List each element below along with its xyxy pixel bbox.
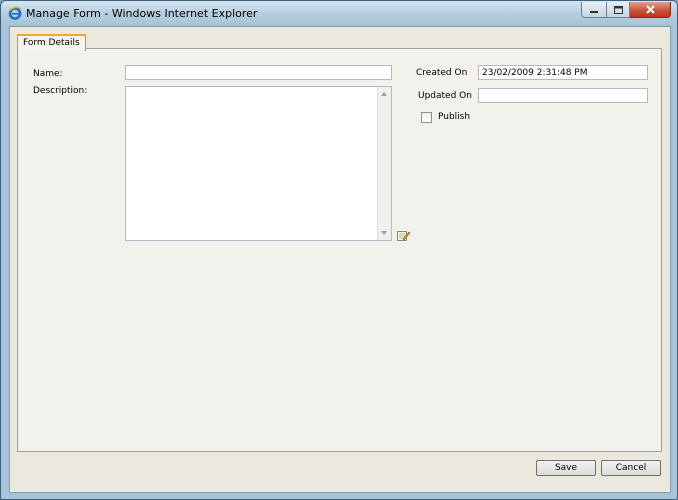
minimize-icon (590, 10, 598, 13)
created-on-field: 23/02/2009 2:31:48 PM (478, 65, 648, 80)
dialog-content: Form Details Name: Description: Created … (9, 26, 671, 493)
close-button[interactable] (630, 2, 671, 18)
description-scrollbar[interactable] (377, 87, 391, 240)
created-on-label: Created On (416, 68, 468, 78)
title-bar[interactable]: Manage Form - Windows Internet Explorer (1, 1, 677, 25)
minimize-button[interactable] (581, 2, 607, 18)
description-textarea[interactable] (125, 86, 392, 241)
ie-icon (8, 6, 22, 20)
scroll-up-arrow-icon[interactable] (381, 92, 387, 96)
window-controls (581, 2, 671, 18)
publish-checkbox[interactable] (421, 112, 432, 123)
updated-on-label: Updated On (418, 91, 472, 101)
tab-form-details[interactable]: Form Details (17, 34, 86, 51)
publish-label: Publish (438, 112, 471, 122)
cancel-button[interactable]: Cancel (601, 460, 661, 476)
window-title: Manage Form - Windows Internet Explorer (26, 7, 258, 20)
maximize-button[interactable] (607, 2, 630, 18)
maximize-icon (613, 5, 623, 14)
save-button[interactable]: Save (536, 460, 596, 476)
name-label: Name: (33, 69, 63, 79)
scroll-down-arrow-icon[interactable] (381, 231, 387, 235)
close-icon (645, 5, 655, 14)
description-label: Description: (33, 86, 88, 96)
form-details-panel: Name: Description: Created On 23/02/2009… (17, 48, 662, 452)
browser-window: Manage Form - Windows Internet Explorer … (0, 0, 678, 500)
updated-on-field (478, 88, 648, 103)
name-input[interactable] (125, 65, 392, 80)
edit-note-icon[interactable] (397, 230, 410, 242)
